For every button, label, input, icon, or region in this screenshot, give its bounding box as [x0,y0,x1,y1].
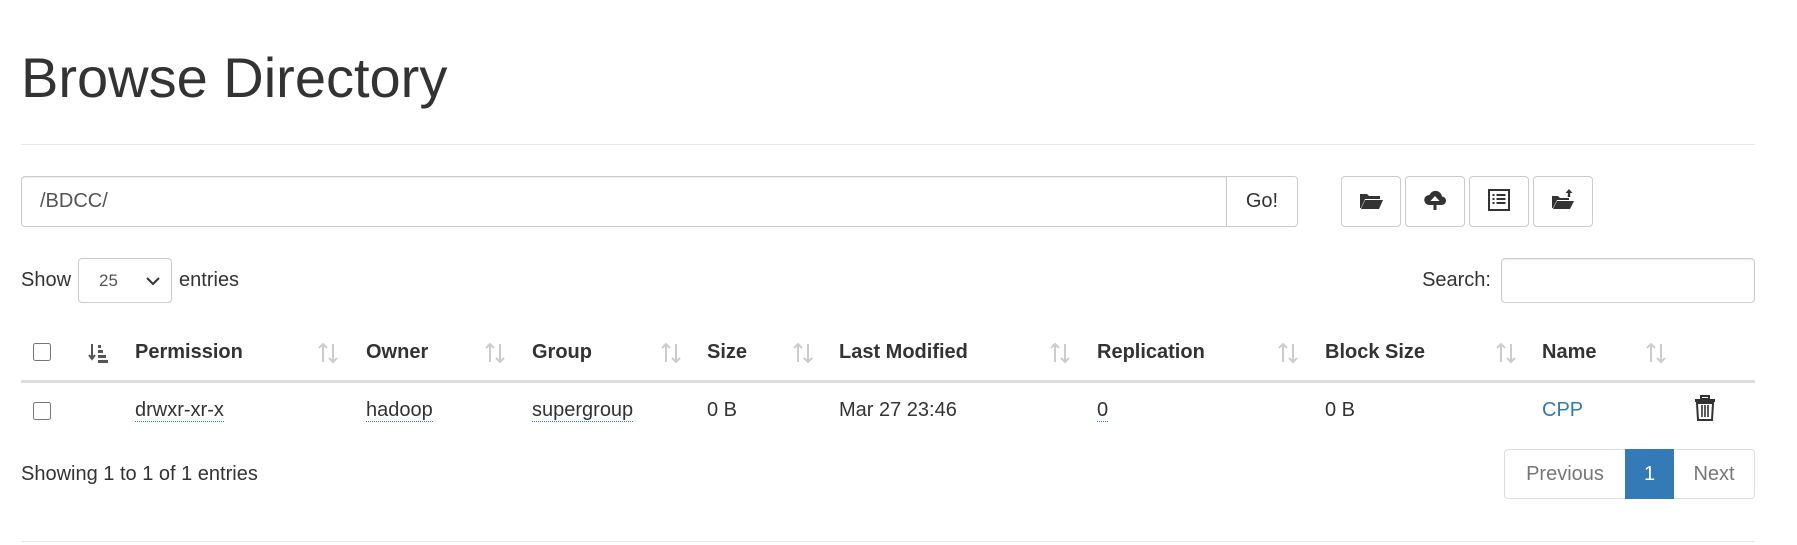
actions-cell [1694,381,1755,439]
directory-path-input[interactable] [21,176,1226,227]
name-cell: CPP [1542,381,1694,439]
search-label: Search: [1422,269,1491,291]
column-label: Permission [135,340,243,363]
column-size[interactable]: Size [707,325,839,383]
column-label: Owner [366,340,429,363]
column-block-size[interactable]: Block Size [1325,325,1542,383]
footer-divider [21,541,1755,542]
sort-icon [792,342,814,370]
table-row: drwxr-xr-x hadoop supergroup 0 B Mar 27 … [21,381,1755,439]
replication-cell: 0 [1097,381,1325,439]
row-select-cell [21,381,81,439]
group-cell: supergroup [532,381,707,439]
select-all-header [21,325,81,383]
column-name[interactable]: Name [1542,325,1694,383]
default-sort-header[interactable] [81,325,135,383]
actions-header [1694,325,1755,383]
sort-icon [317,342,339,370]
page-1-button[interactable]: 1 [1625,449,1674,499]
sort-icon [1495,342,1517,370]
folder-open-icon [1358,187,1384,216]
show-label: Show [21,269,72,291]
next-page-button[interactable]: Next [1674,449,1755,499]
table-header-row: Permission Owner Group Size Last Modifie… [21,325,1755,383]
pagination: Previous 1 Next [1504,449,1755,499]
previous-page-button[interactable]: Previous [1504,449,1625,499]
path-bar: Go! [21,176,1298,227]
page-title: Browse Directory [21,46,448,109]
folder-upload-icon [1550,187,1576,216]
column-group[interactable]: Group [532,325,707,383]
sort-icon [660,342,682,370]
column-label: Group [532,340,592,363]
entries-label: entries [179,269,240,291]
group-value[interactable]: supergroup [532,399,634,423]
file-table: Permission Owner Group Size Last Modifie… [21,325,1755,439]
column-label: Size [707,340,748,363]
block-size-cell: 0 B [1325,399,1356,422]
entries-per-page-value: 25 [99,270,118,290]
trash-icon[interactable] [1694,394,1716,421]
sort-icon [1645,342,1667,370]
owner-value[interactable]: hadoop [366,399,433,423]
header-divider [21,144,1755,145]
upload-folder-button[interactable] [1533,176,1593,227]
search-input[interactable] [1501,258,1755,303]
sort-alpha-asc-icon [87,342,109,370]
sort-icon [484,342,506,370]
permission-value[interactable]: drwxr-xr-x [135,399,224,423]
cloud-upload-icon [1422,187,1448,216]
view-list-button[interactable] [1469,176,1529,227]
size-cell: 0 B [707,399,738,422]
column-label: Block Size [1325,340,1426,363]
upload-button[interactable] [1405,176,1465,227]
select-all-checkbox[interactable] [33,343,51,362]
last-modified-cell: Mar 27 23:46 [839,399,957,422]
permission-cell: drwxr-xr-x [135,381,366,439]
owner-cell: hadoop [366,381,532,439]
table-search: Search: [1422,258,1755,303]
file-name-link[interactable]: CPP [1542,399,1583,421]
open-folder-button[interactable] [1341,176,1401,227]
replication-value[interactable]: 0 [1097,399,1109,423]
table-info: Showing 1 to 1 of 1 entries [21,463,258,485]
column-replication[interactable]: Replication [1097,325,1325,383]
entries-per-page-select[interactable]: 25 [78,258,173,303]
row-checkbox[interactable] [33,401,51,420]
column-last-modified[interactable]: Last Modified [839,325,1097,383]
entries-length-control: Show 25 entries [21,258,239,303]
column-permission[interactable]: Permission [135,325,366,383]
column-owner[interactable]: Owner [366,325,532,383]
chevron-down-icon [145,271,161,296]
column-label: Name [1542,340,1597,363]
sort-icon [1049,342,1071,370]
column-label: Replication [1097,340,1205,363]
row-spacer-cell [81,381,135,439]
sort-icon [1277,342,1299,370]
list-alt-icon [1486,187,1512,216]
go-button[interactable]: Go! [1226,176,1298,227]
column-label: Last Modified [839,340,968,363]
